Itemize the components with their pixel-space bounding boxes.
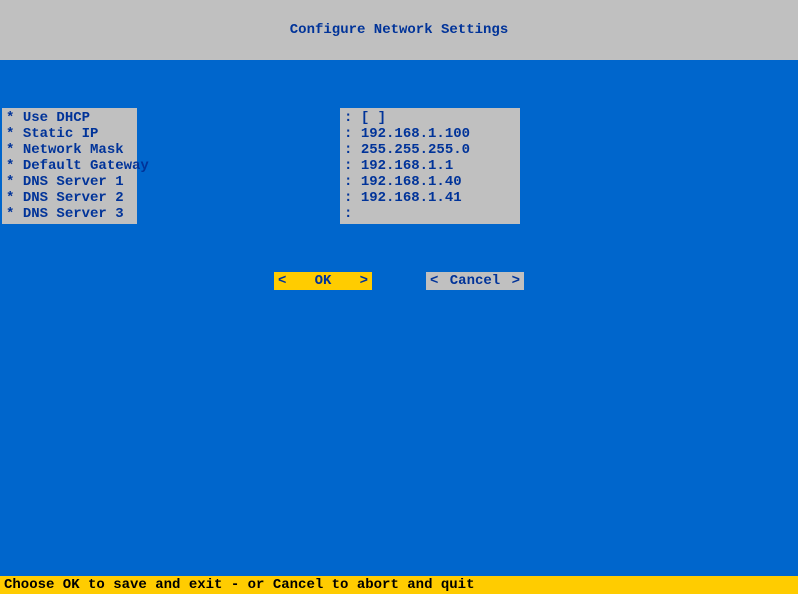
ok-button-label: OK: [286, 273, 359, 289]
bracket-left-icon: <: [278, 273, 286, 289]
label-dns-server-2: * DNS Server 2: [6, 190, 133, 206]
value-network-mask[interactable]: : 255.255.255.0: [344, 142, 516, 158]
cancel-button-label: Cancel: [438, 273, 511, 289]
value-static-ip[interactable]: : 192.168.1.100: [344, 126, 516, 142]
label-dns-server-3: * DNS Server 3: [6, 206, 133, 222]
label-use-dhcp: * Use DHCP: [6, 110, 133, 126]
button-row: < OK > < Cancel >: [0, 272, 798, 290]
bracket-left-icon: <: [430, 273, 438, 289]
dialog-header: Configure Network Settings: [0, 0, 798, 60]
value-dns-server-3[interactable]: :: [344, 206, 516, 222]
field-values: : [ ] : 192.168.1.100 : 255.255.255.0 : …: [340, 108, 520, 224]
field-labels: * Use DHCP * Static IP * Network Mask * …: [2, 108, 137, 224]
dialog-body: * Use DHCP * Static IP * Network Mask * …: [0, 60, 798, 576]
label-default-gateway: * Default Gateway: [6, 158, 133, 174]
dialog-title: Configure Network Settings: [290, 22, 508, 38]
label-dns-server-1: * DNS Server 1: [6, 174, 133, 190]
label-static-ip: * Static IP: [6, 126, 133, 142]
label-network-mask: * Network Mask: [6, 142, 133, 158]
value-default-gateway[interactable]: : 192.168.1.1: [344, 158, 516, 174]
cancel-button[interactable]: < Cancel >: [426, 272, 524, 290]
bracket-right-icon: >: [360, 273, 368, 289]
value-use-dhcp[interactable]: : [ ]: [344, 110, 516, 126]
ok-button[interactable]: < OK >: [274, 272, 372, 290]
bracket-right-icon: >: [512, 273, 520, 289]
value-dns-server-2[interactable]: : 192.168.1.41: [344, 190, 516, 206]
value-dns-server-1[interactable]: : 192.168.1.40: [344, 174, 516, 190]
footer-hint: Choose OK to save and exit - or Cancel t…: [0, 576, 798, 594]
